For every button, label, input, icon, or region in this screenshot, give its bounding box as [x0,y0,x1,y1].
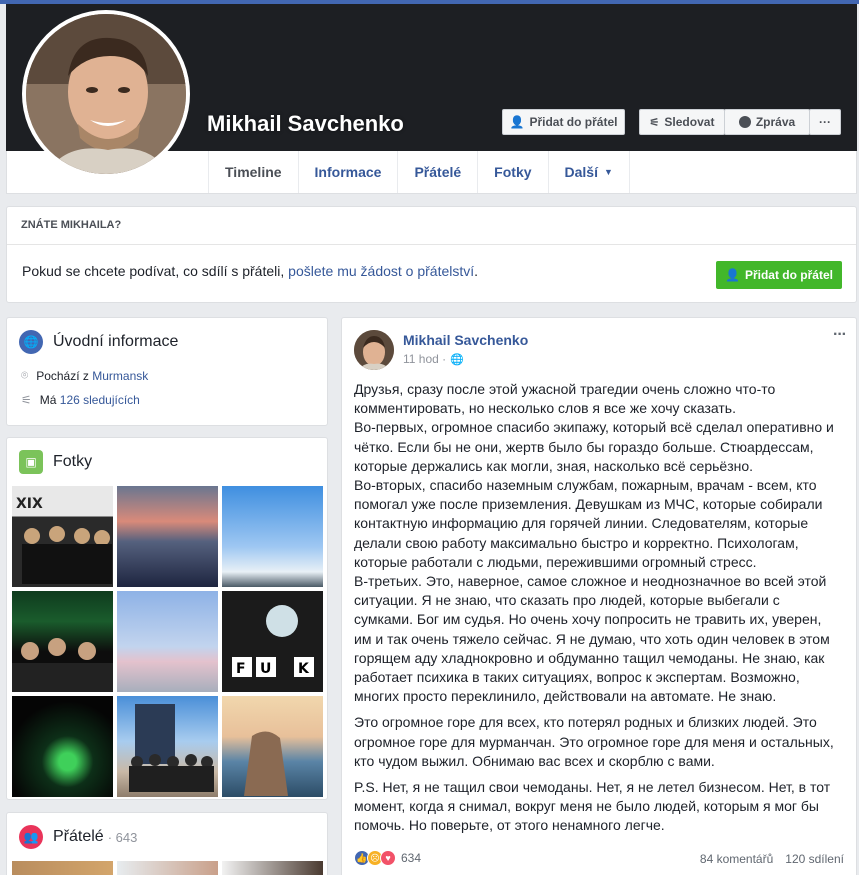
svg-text:U: U [260,661,271,677]
followers-prefix: Má [39,393,60,407]
photo-icon: ▣ [19,450,43,474]
intro-header: 🌐 Úvodní informace [19,330,315,354]
friends-thumbnails [12,861,323,875]
photos-card: ▣ Fotky XIX FU K [6,437,328,800]
friends-card: 👥 Přátelé · 643 [6,812,328,875]
post-author-name[interactable]: Mikhail Savchenko [403,332,528,348]
tab-timeline[interactable]: Timeline [208,151,298,193]
intro-card: 🌐 Úvodní informace ⌾ Pochází z Murmansk … [6,317,328,426]
post-meta: 11 hod · 🌐 [403,352,464,366]
love-reaction-icon: ♥ [380,850,396,866]
avatar [26,14,186,174]
photo-thumbnail[interactable] [222,486,323,587]
shares-count[interactable]: 120 sdílení [785,852,844,866]
post-author-avatar[interactable] [354,330,394,370]
post-stats: 84 komentářů 120 sdílení [700,852,844,866]
profile-picture[interactable] [22,10,190,178]
photo-thumbnail[interactable] [12,591,113,692]
tab-photos[interactable]: Fotky [477,151,547,193]
more-options-icon: ··· [819,115,831,129]
hometown-row: ⌾ Pochází z Murmansk [19,368,315,383]
tab-more[interactable]: Další ▼ [547,151,630,193]
intro-title: Úvodní informace [53,333,179,350]
comments-count[interactable]: 84 komentářů [700,852,773,866]
add-friend-green-label: Přidat do přátel [744,268,833,282]
chevron-down-icon: ▼ [603,167,613,177]
followers-row: ⚟ Má 126 sledujících [19,393,315,407]
friend-thumbnail[interactable] [12,861,113,875]
know-him-title: ZNÁTE MIKHAILA? [7,207,856,245]
rss-icon: ⚟ [21,393,32,407]
photo-thumbnail[interactable]: FU K [222,591,323,692]
location-pin-icon: ⌾ [21,368,29,382]
photos-header: ▣ Fotky [19,450,92,474]
photo-thumbnail[interactable] [117,696,218,797]
photos-title[interactable]: Fotky [53,453,92,471]
photo-thumbnail[interactable] [117,591,218,692]
post-paragraph: P.S. Нет, я не тащил свои чемоданы. Нет,… [354,779,831,834]
post-options-icon[interactable]: ··· [833,326,847,344]
messenger-icon [738,116,751,128]
globe-icon: 🌐 [450,353,464,366]
friends-count: · 643 [107,829,138,845]
reactions-summary[interactable]: 👍 ☹ ♥ 634 [354,850,421,866]
know-him-suffix: . [474,263,479,279]
photo-thumbnail[interactable] [117,486,218,587]
friend-thumbnail[interactable] [222,861,323,875]
svg-text:XIX: XIX [16,496,43,512]
post-paragraph: Это огромное горе для всех, кто потерял … [354,714,834,769]
svg-text:F: F [236,661,246,677]
post-paragraph: Друзья, сразу после этой ужасной трагеди… [354,381,834,705]
message-label: Zpráva [755,115,796,129]
know-him-card: ZNÁTE MIKHAILA? Pokud se chcete podívat,… [6,206,857,303]
rss-icon: ⚟ [649,116,660,129]
svg-text:K: K [298,661,310,677]
add-friend-green-button[interactable]: 👤 Přidat do přátel [716,261,842,289]
post-card: Mikhail Savchenko 11 hod · 🌐 ··· Друзья,… [341,317,857,875]
profile-name: Mikhail Savchenko [207,111,404,136]
reaction-count: 634 [401,851,422,865]
post-time[interactable]: 11 hod · [403,352,446,366]
tab-about[interactable]: Informace [297,151,398,193]
friend-thumbnail[interactable] [117,861,218,875]
send-friend-request-link[interactable]: pošlete mu žádost o přátelství [288,263,474,279]
message-button[interactable]: Zpráva [724,109,810,135]
hometown-link[interactable]: Murmansk [92,369,148,383]
hometown-prefix: Pochází z [36,368,93,383]
photo-grid: XIX FU K [12,486,323,797]
friends-icon: 👥 [19,825,43,849]
followers-link[interactable]: 126 sledujících [60,393,140,407]
photo-thumbnail[interactable] [222,696,323,797]
photo-thumbnail[interactable] [12,696,113,797]
friends-header: 👥 Přátelé · 643 [19,825,315,849]
know-him-prefix: Pokud se chcete podívat, co sdílí s přát… [22,263,289,279]
more-options-button[interactable]: ··· [809,109,841,135]
photo-thumbnail[interactable]: XIX [12,486,113,587]
add-friend-icon: 👤 [509,115,525,129]
globe-icon: 🌐 [19,330,43,354]
tab-more-label: Další [564,164,598,180]
post-body: Друзья, сразу после этой ужасной трагеди… [354,380,842,839]
follow-label: Sledovat [664,115,715,129]
add-friend-button[interactable]: 👤 Přidat do přátel [502,109,625,135]
follow-button[interactable]: ⚟ Sledovat [639,109,725,135]
add-friend-icon: 👤 [725,268,740,282]
friends-title[interactable]: Přátelé [53,828,104,846]
add-friend-label: Přidat do přátel [529,115,618,129]
tab-friends[interactable]: Přátelé [397,151,477,193]
